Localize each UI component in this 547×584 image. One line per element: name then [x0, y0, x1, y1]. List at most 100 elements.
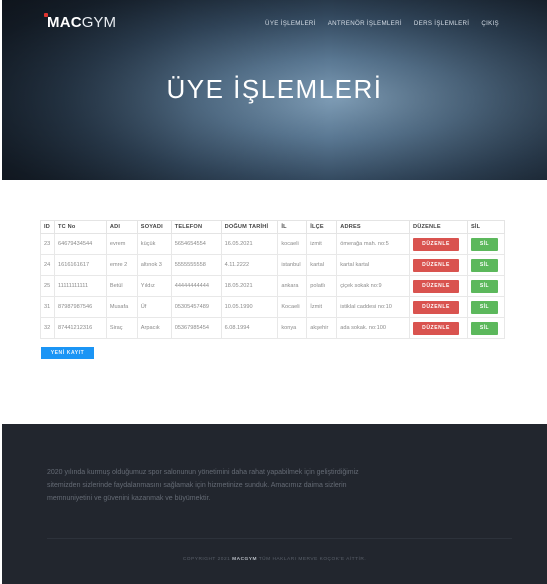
cell-telefon: 05367985454 [170, 317, 222, 339]
col-soyadi: SOYADI [136, 220, 172, 234]
main-nav: ÜYE İŞLEMLERİ ANTRENÖR İŞLEMLERİ DERS İŞ… [265, 20, 499, 27]
cell-soyadi: Yıldız [136, 275, 172, 297]
cell-il: konya [277, 317, 308, 339]
nav-antrenor-islemleri[interactable]: ANTRENÖR İŞLEMLERİ [328, 20, 402, 27]
logo-gym-text: GYM [81, 14, 116, 31]
cell-adres: ada sokak. no:100 [336, 317, 411, 339]
cell-sil: SİL [466, 317, 506, 339]
members-table-container: ID TC No ADI SOYADI TELEFON DOĞUM TARİHİ… [40, 220, 506, 339]
cell-il: kocaeli [277, 233, 308, 255]
logo-mac-text: MAC [47, 14, 82, 31]
cell-sil: SİL [466, 233, 506, 255]
edit-button[interactable]: DÜZENLE [413, 258, 460, 272]
cell-adres: istiklal caddesi no:10 [336, 296, 411, 318]
cell-duzenle: DÜZENLE [409, 296, 468, 318]
cell-adi: Musafa [105, 296, 138, 318]
cell-telefon: 5555555558 [170, 254, 222, 276]
copyright-line: COPYRIGHT 2021 MACGYM TÜM HAKLARI MERVE … [2, 557, 547, 562]
cell-ilce: polatlı [306, 275, 338, 297]
cell-id: 24 [40, 254, 55, 276]
cell-duzenle: DÜZENLE [409, 254, 468, 276]
cell-ilce: izmit [306, 233, 338, 255]
cell-adi: Siraç [105, 317, 138, 339]
cell-adres: kartal kartal [336, 254, 411, 276]
table-row: 24 1616161617 emre 2 altınok 3 555555555… [40, 254, 506, 276]
cell-il: ankara [277, 275, 308, 297]
nav-cikis[interactable]: ÇIKIŞ [481, 20, 499, 27]
cell-id: 31 [40, 296, 55, 318]
logo-accent-dot [44, 13, 48, 17]
cell-duzenle: DÜZENLE [409, 275, 468, 297]
cell-id: 32 [40, 317, 55, 339]
cell-adi: evrem [105, 233, 138, 255]
cell-sil: SİL [466, 254, 506, 276]
delete-button[interactable]: SİL [470, 321, 498, 335]
footer-divider [47, 538, 512, 539]
col-dogum-tarihi: DOĞUM TARİHİ [220, 220, 279, 234]
table-row: 23 64679434544 evrem küçük 5654654554 16… [40, 233, 506, 255]
table-row: 31 87987987546 Musafa Üf 05305457489 10.… [40, 296, 506, 318]
col-sil: SİL [466, 220, 506, 234]
col-il: İL [277, 220, 308, 234]
edit-button[interactable]: DÜZENLE [413, 279, 460, 293]
cell-dogum-tarihi: 10.05.1990 [220, 296, 279, 318]
cell-telefon: 44444444444 [170, 275, 222, 297]
cell-adres: çiçek sokak no:9 [336, 275, 411, 297]
cell-il: istanbul [277, 254, 308, 276]
cell-adres: ömerağa mah. no:5 [336, 233, 411, 255]
cell-soyadi: altınok 3 [136, 254, 172, 276]
delete-button[interactable]: SİL [470, 237, 498, 251]
col-tc-no: TC No [53, 220, 107, 234]
table-row: 32 87441212316 Siraç Arpacık 05367985454… [40, 317, 506, 339]
cell-soyadi: Üf [136, 296, 172, 318]
cell-ilce: akşehir [306, 317, 338, 339]
delete-button[interactable]: SİL [470, 279, 498, 293]
site-logo[interactable]: MAC GYM [44, 13, 116, 31]
cell-il: Kocaeli [277, 296, 308, 318]
cell-dogum-tarihi: 6.08.1994 [220, 317, 279, 339]
col-ilce: İLÇE [306, 220, 338, 234]
cell-dogum-tarihi: 16.05.2021 [220, 233, 279, 255]
col-duzenle: DÜZENLE [409, 220, 468, 234]
table-header-row: ID TC No ADI SOYADI TELEFON DOĞUM TARİHİ… [40, 220, 506, 234]
cell-tc-no: 87987987546 [53, 296, 107, 318]
cell-tc-no: 1616161617 [53, 254, 107, 276]
table-row: 25 11111111111 Betül Yıldız 44444444444 … [40, 275, 506, 297]
edit-button[interactable]: DÜZENLE [413, 321, 460, 335]
cell-id: 23 [40, 233, 55, 255]
new-record-button[interactable]: YENİ KAYIT [41, 347, 94, 359]
page: MAC GYM ÜYE İŞLEMLERİ ANTRENÖR İŞLEMLERİ … [0, 0, 547, 584]
members-table: ID TC No ADI SOYADI TELEFON DOĞUM TARİHİ… [40, 220, 506, 339]
cell-adi: emre 2 [105, 254, 138, 276]
col-adres: ADRES [336, 220, 411, 234]
cell-id: 25 [40, 275, 55, 297]
cell-ilce: kartal [306, 254, 338, 276]
nav-uye-islemleri[interactable]: ÜYE İŞLEMLERİ [265, 20, 316, 27]
cell-telefon: 5654654554 [170, 233, 222, 255]
cell-tc-no: 87441212316 [53, 317, 107, 339]
cell-sil: SİL [466, 275, 506, 297]
col-telefon: TELEFON [170, 220, 222, 234]
page-title: ÜYE İŞLEMLERİ [166, 74, 383, 104]
delete-button[interactable]: SİL [470, 300, 498, 314]
delete-button[interactable]: SİL [470, 258, 498, 272]
copyright-prefix: COPYRIGHT 2021 [182, 557, 231, 562]
cell-tc-no: 11111111111 [53, 275, 107, 297]
cell-duzenle: DÜZENLE [409, 233, 468, 255]
nav-ders-islemleri[interactable]: DERS İŞLEMLERİ [414, 20, 469, 27]
footer-about-text: 2020 yılında kurmuş olduğumuz spor salon… [47, 469, 359, 502]
copyright-brand: MACGYM [232, 557, 257, 562]
cell-dogum-tarihi: 4.11.2222 [220, 254, 279, 276]
cell-adi: Betül [105, 275, 138, 297]
cell-dogum-tarihi: 18.05.2021 [220, 275, 279, 297]
col-id: ID [40, 220, 55, 234]
cell-duzenle: DÜZENLE [409, 317, 468, 339]
cell-soyadi: Arpacık [136, 317, 172, 339]
cell-telefon: 05305457489 [170, 296, 222, 318]
cell-ilce: İzmit [306, 296, 338, 318]
copyright-suffix: TÜM HAKLARI MERVE KOÇOK'E AİTTİR. [258, 557, 367, 562]
hero-banner: MAC GYM ÜYE İŞLEMLERİ ANTRENÖR İŞLEMLERİ … [2, 0, 547, 180]
edit-button[interactable]: DÜZENLE [413, 300, 460, 314]
cell-sil: SİL [466, 296, 506, 318]
edit-button[interactable]: DÜZENLE [413, 237, 460, 251]
